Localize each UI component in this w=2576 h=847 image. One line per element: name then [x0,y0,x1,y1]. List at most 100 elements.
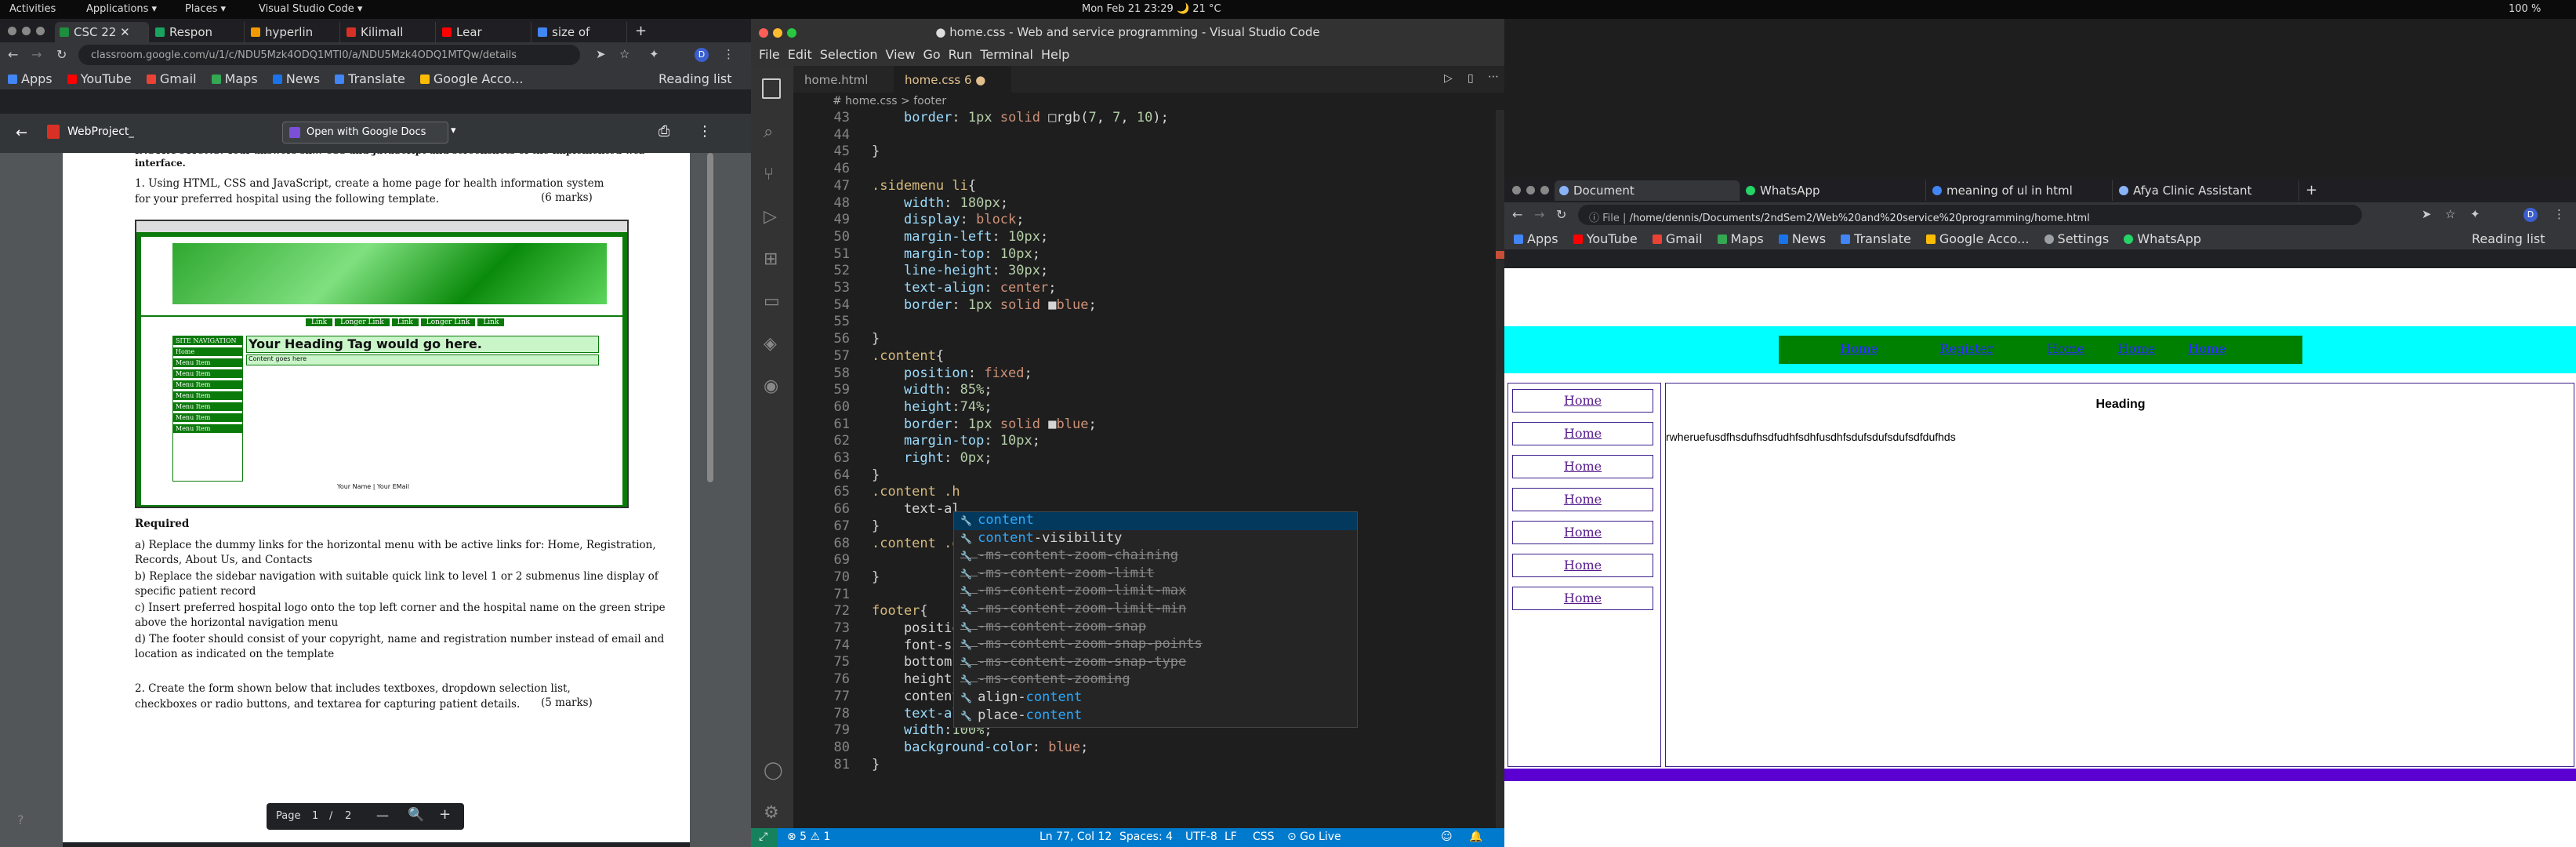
remote-explorer-icon[interactable]: ▭ [764,292,780,311]
window-minimize-icon[interactable] [1526,186,1535,194]
left-address-bar[interactable]: classroom.google.com/u/1/c/NDU5Mzk4ODQ1M… [78,45,580,65]
forward-icon[interactable]: → [31,47,42,62]
editor-scrollbar[interactable] [1496,110,1504,828]
vscode-minimize-icon[interactable] [773,28,782,38]
docker-icon[interactable]: ◈ [764,334,777,354]
pdf-back-icon[interactable]: ← [16,125,27,141]
bookmark-google-account[interactable]: Google Acco... [1925,227,2029,246]
code-line[interactable]: text-al [872,501,960,517]
vscode-app-menu[interactable]: Visual Studio Code ▾ [259,3,362,15]
code-line[interactable]: height [872,671,952,687]
sidebar-link-home[interactable]: Home [1512,554,1653,577]
code-line[interactable]: font-si [872,638,960,653]
indentation[interactable]: Spaces: 4 [1119,831,1173,843]
nav-link-home[interactable]: Home [2117,341,2155,356]
tab-classroom[interactable]: CSC 22 ✕ [55,22,149,42]
explorer-icon[interactable] [762,78,781,99]
tab-afya-clinic[interactable]: Afya Clinic Assistant [2114,180,2299,201]
code-line[interactable]: border: 1px solid ■blue; [872,416,1097,432]
back-icon[interactable]: ← [1512,207,1522,222]
code-line[interactable]: width: 180px; [872,195,1008,211]
github-icon[interactable]: ◉ [764,376,778,396]
code-line[interactable]: margin-left: 10px; [872,229,1048,245]
bookmark-maps[interactable]: Maps [1717,227,1764,246]
code-line[interactable]: margin-top: 10px; [872,433,1040,449]
tab-learn[interactable]: Lear [437,22,532,42]
code-line[interactable]: bottom [872,654,952,670]
sidebar-link-home[interactable]: Home [1512,422,1653,445]
bookmark-google-account[interactable]: Google Acco... [419,67,523,86]
editor-more-icon[interactable]: ⋯ [1488,71,1499,83]
nav-link-home[interactable]: Home [1840,341,1878,356]
menu-kebab-icon[interactable]: ⋮ [2553,207,2565,221]
bookmark-gmail[interactable]: Gmail [146,67,197,86]
sidebar-link-home[interactable]: Home [1512,455,1653,478]
bookmark-whatsapp[interactable]: WhatsApp [2124,227,2201,246]
pdf-more-icon[interactable]: ⋮ [698,123,712,140]
menu-file[interactable]: File [759,45,780,62]
sidebar-link-home[interactable]: Home [1512,389,1653,413]
share-icon[interactable]: ➤ [596,47,606,61]
menu-run[interactable]: Run [949,45,973,62]
suggestion-item[interactable]: 🔧 -ms-content-zoom-chaining [954,547,1357,565]
back-icon[interactable]: ← [8,47,18,62]
tab-document[interactable]: Document [1555,180,1740,201]
extensions-icon[interactable]: ✦ [649,47,659,61]
suggestion-item[interactable]: 🔧 -ms-content-zoom-limit-max [954,583,1357,601]
notifications-bell-icon[interactable]: 🔔 [1469,831,1482,843]
window-close-icon[interactable] [1512,186,1521,194]
tab-size-of[interactable]: size of [533,22,627,42]
run-debug-icon[interactable]: ▷ [764,207,777,227]
code-line[interactable]: .sidemenu li{ [872,178,976,194]
tab-home-css[interactable]: home.css 6 ● [894,66,1011,93]
code-line[interactable]: width: 85%; [872,382,992,398]
go-live-button[interactable]: ⊙ Go Live [1287,831,1341,843]
sidebar-link-home[interactable]: Home [1512,521,1653,544]
suggestion-item[interactable]: 🔧 content-visibility [954,530,1357,548]
code-line[interactable]: .content .d [872,536,960,551]
nav-link-register[interactable]: Register [1939,341,1994,356]
bookmark-youtube[interactable]: YouTube [67,67,132,86]
code-line[interactable]: } [872,569,880,585]
extensions-icon[interactable]: ⊞ [764,249,778,269]
zoom-in-icon[interactable]: + [439,806,451,823]
code-line[interactable]: text-align: center; [872,280,1057,296]
places-menu[interactable]: Places ▾ [185,3,226,15]
run-file-icon[interactable]: ▷ [1444,72,1453,85]
encoding[interactable]: UTF-8 [1185,831,1217,843]
print-icon[interactable]: ⎙ [659,123,669,140]
line-ending[interactable]: LF [1225,831,1237,843]
code-line[interactable]: display: block; [872,212,1025,227]
window-maximize-icon[interactable] [36,27,45,35]
code-line[interactable]: border: 1px solid ■blue; [872,297,1097,313]
new-tab-button[interactable]: + [2306,182,2317,198]
suggestion-item[interactable]: 🔧 -ms-content-zooming [954,671,1357,689]
problems-count[interactable]: ⊗ 5 ⚠ 1 [787,831,830,843]
suggestion-item[interactable]: 🔧 -ms-content-zoom-limit-min [954,601,1357,619]
suggestion-item[interactable]: 🔧 -ms-content-zoom-limit [954,565,1357,583]
tab-hyperlink[interactable]: hyperlin [246,22,340,42]
bookmark-news[interactable]: News [1778,227,1826,246]
open-with-google-docs-button[interactable]: Open with Google Docs [282,122,448,144]
reading-list-button[interactable]: Reading list [2472,227,2545,246]
window-close-icon[interactable] [8,27,16,35]
code-line[interactable]: height:74%; [872,399,992,415]
tab-responses[interactable]: Respon [151,22,245,42]
menu-view[interactable]: View [886,45,916,62]
right-address-bar[interactable]: ⓘ File | /home/dennis/Documents/2ndSem2/… [1578,205,2362,225]
new-tab-button[interactable]: + [635,23,647,39]
remote-indicator-icon[interactable]: ⤢ [751,828,778,847]
tab-meaning-of-ul[interactable]: meaning of ul in html [1928,180,2113,201]
battery-indicator[interactable]: 100 % [2509,3,2541,15]
split-editor-icon[interactable]: ▯ [1468,72,1474,85]
star-icon[interactable]: ☆ [2445,207,2455,221]
suggestion-item[interactable]: 🔧 align-content [954,689,1357,707]
menu-kebab-icon[interactable]: ⋮ [723,47,735,61]
activities-button[interactable]: Activities [9,3,56,15]
reading-list-button[interactable]: Reading list [659,67,732,86]
language-mode[interactable]: CSS [1253,831,1275,843]
bookmark-youtube[interactable]: YouTube [1573,227,1638,246]
bookmark-apps[interactable]: Apps [8,67,53,86]
tab-kilimall[interactable]: Kilimall [342,22,436,42]
search-icon[interactable]: ⌕ [764,122,773,142]
